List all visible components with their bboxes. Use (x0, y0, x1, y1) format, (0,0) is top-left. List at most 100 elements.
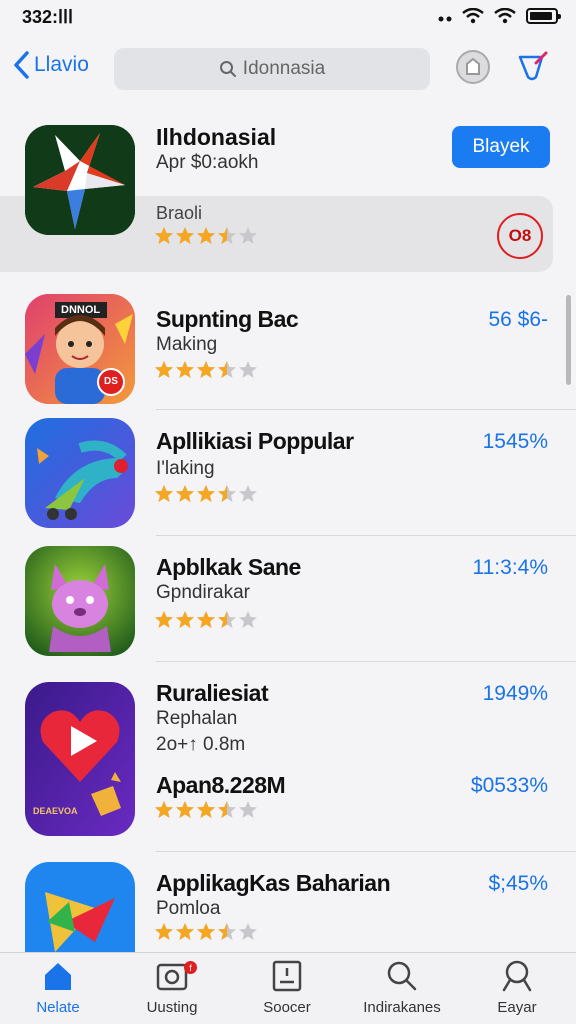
bird-icon (25, 418, 135, 528)
get-button[interactable]: Blayek (452, 126, 550, 168)
app-price[interactable]: 11:3:4% (473, 556, 549, 580)
star-icon (239, 801, 257, 818)
star-icon (155, 361, 173, 378)
search-icon (219, 61, 236, 77)
star-icon (155, 801, 173, 818)
star-icon (176, 801, 194, 818)
icon-text: DEAEVOA (33, 806, 78, 816)
tab-label: Soocer (263, 999, 311, 1016)
star-icon (197, 227, 215, 244)
app-rating (154, 922, 260, 947)
tab-label: Indirakanes (363, 999, 441, 1016)
tab-updates[interactable]: f Uusting (122, 959, 222, 1016)
app-title: Supnting Bac (156, 306, 299, 332)
notification-badge: f (184, 961, 197, 974)
tab-label: Eayar (497, 999, 537, 1016)
star-icon (176, 485, 194, 502)
search-icon (502, 960, 532, 992)
age-badge: O8 (497, 213, 543, 259)
star-icon (218, 611, 236, 628)
star-icon (176, 611, 194, 628)
app-icon (25, 418, 135, 528)
star-icon (176, 361, 194, 378)
account-icon (456, 50, 490, 84)
fox-icon (25, 546, 135, 656)
featured-genre: Braoli (156, 203, 203, 223)
featured-rating (154, 226, 260, 251)
app-icon: DEAEVOA (25, 682, 135, 836)
app-detail: 2o+↑ 0.8m (156, 734, 246, 755)
app-rating (154, 800, 260, 825)
star-icon (197, 361, 215, 378)
shapes-icon (25, 862, 135, 952)
featured-app-icon (25, 125, 135, 235)
app-icon: DNNOL DS (25, 294, 135, 404)
app-size-price[interactable]: $0533% (471, 774, 548, 798)
app-icon (25, 546, 135, 656)
tab-home[interactable]: Nelate (8, 959, 108, 1016)
pen-icon (518, 51, 548, 81)
app-price[interactable]: 1545% (483, 430, 548, 454)
star-rating-icon (155, 611, 257, 628)
list-item[interactable]: Apllikiasi Poppular I'laking 1545% (0, 410, 576, 536)
app-price[interactable]: $;45% (488, 872, 548, 896)
featured-app[interactable]: Ilhdonasial Apr $0:aokh Braoli Blayek O8 (0, 118, 576, 278)
edit-button[interactable] (512, 47, 552, 87)
icon-text: DNNOL (61, 304, 101, 316)
battery-icon (526, 8, 561, 24)
app-icon (25, 862, 135, 952)
tab-account[interactable]: Eayar (467, 959, 567, 1016)
app-size: Apan8.228M (156, 772, 286, 798)
app-title: Ruraliesiat (156, 680, 269, 706)
search-text: Idonnasia (242, 58, 326, 79)
app-subtitle: Pomloa (156, 898, 221, 919)
app-subtitle: Gpndirakar (156, 582, 250, 603)
app-price[interactable]: 56 $6- (488, 308, 548, 332)
back-button[interactable]: Llavio (12, 50, 89, 80)
nav-bar: Llavio Idonnasia (0, 44, 576, 96)
app-title: Apllikiasi Poppular (156, 428, 354, 454)
status-bar: ااا:332 (0, 0, 576, 34)
star-icon (239, 611, 257, 628)
star-icon (155, 611, 173, 628)
app-subtitle: Making (156, 334, 218, 355)
tab-label: Uusting (146, 999, 198, 1016)
app-title: ApplikagKas Baharian (156, 870, 391, 896)
list-item[interactable]: DNNOL DS Supnting Bac Making 56 $6- (0, 282, 576, 410)
star-icon (239, 923, 257, 940)
star-icon (197, 611, 215, 628)
tab-search[interactable]: Indirakanes (352, 959, 452, 1016)
star-icon (155, 227, 173, 244)
star-logo-icon (25, 125, 135, 235)
star-icon (176, 923, 194, 940)
search-input[interactable]: Idonnasia (114, 48, 430, 90)
app-price[interactable]: 1949% (483, 682, 548, 706)
app-title: Apblkak Sane (156, 554, 301, 580)
status-time: ااا:332 (22, 7, 74, 27)
list-item[interactable]: DEAEVOA Ruraliesiat Rephalan 2o+↑ 0.8m 1… (0, 662, 576, 852)
star-rating-icon (155, 485, 257, 502)
star-icon (155, 485, 173, 502)
wifi-icon (462, 8, 484, 24)
app-rating (154, 360, 260, 385)
list-item[interactable]: Apblkak Sane Gpndirakar 11:3:4% (0, 536, 576, 662)
featured-title: Ilhdonasial (156, 124, 277, 150)
star-icon (197, 485, 215, 502)
search-icon (387, 961, 417, 991)
list-item[interactable]: ApplikagKas Baharian Pomloa $;45% (0, 852, 576, 952)
app-subtitle: I'laking (156, 458, 215, 479)
star-icon (197, 801, 215, 818)
app-rating (154, 610, 260, 635)
icon-badge-text: DS (104, 376, 118, 387)
profile-button[interactable] (453, 47, 493, 87)
star-rating-icon (155, 361, 257, 378)
wifi-icon (494, 8, 516, 24)
featured-subtitle: Apr $0:aokh (156, 152, 259, 173)
signal-dots-icon (438, 16, 452, 22)
star-rating-icon (155, 801, 257, 818)
star-rating-icon (155, 923, 257, 940)
star-icon (239, 361, 257, 378)
back-label: Llavio (34, 53, 89, 76)
tab-games[interactable]: Soocer (237, 959, 337, 1016)
chevron-left-icon (14, 51, 29, 79)
